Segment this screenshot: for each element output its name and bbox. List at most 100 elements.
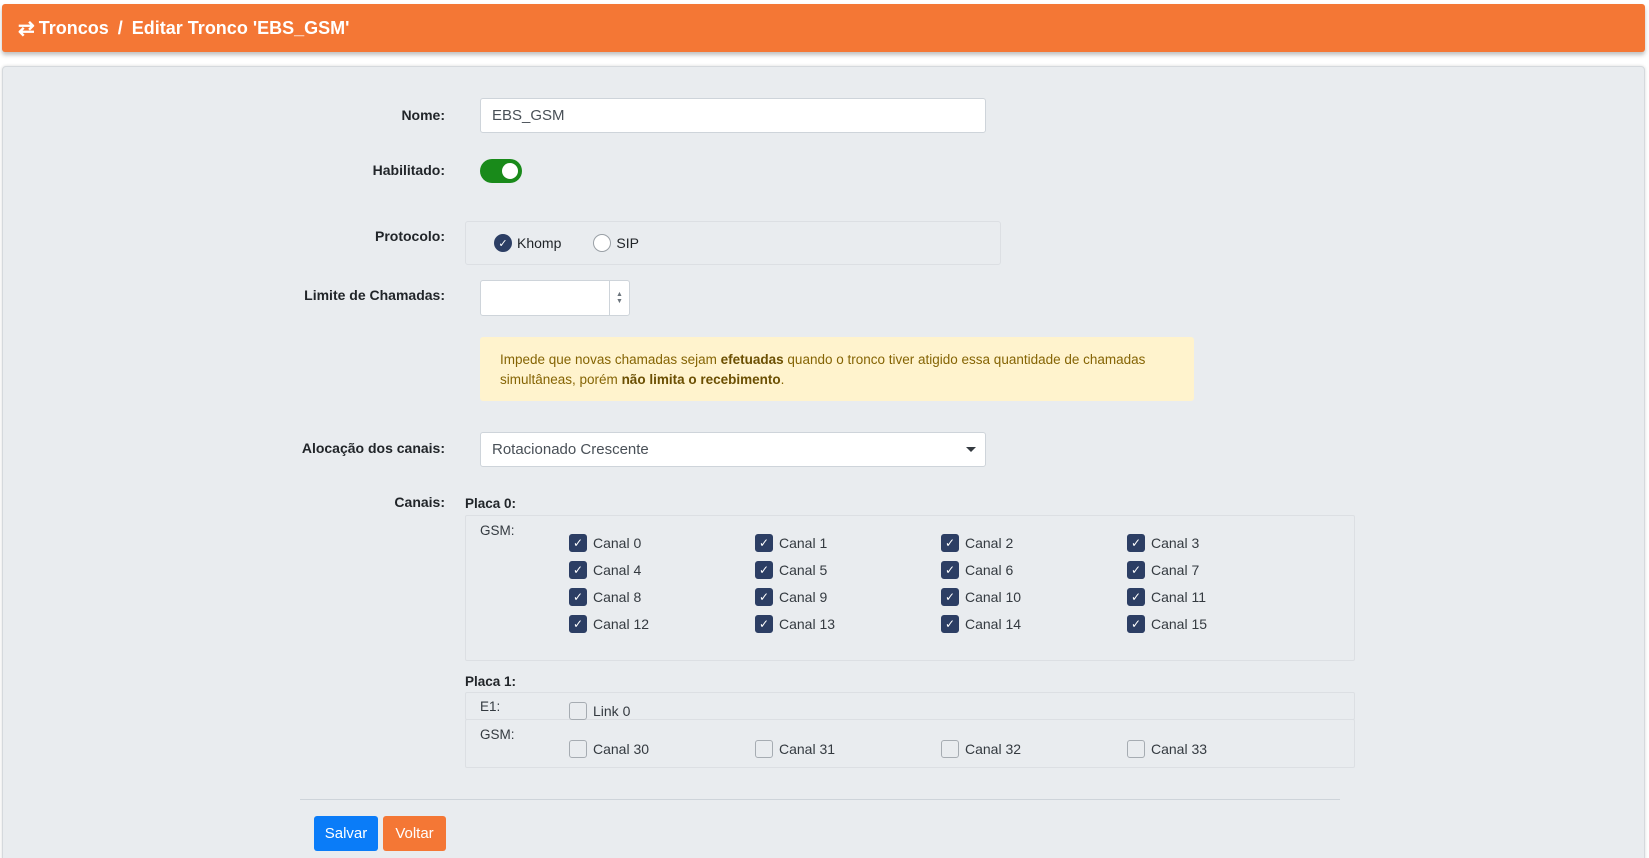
checkbox-checked-icon: ✓ (755, 561, 773, 579)
habilitado-label: Habilitado: (372, 162, 445, 178)
channel-checkbox[interactable]: ✓ Canal 10 (941, 588, 1021, 606)
channel-checkbox[interactable]: ✓ Canal 11 (1127, 588, 1206, 606)
channel-checkbox[interactable]: Canal 32 (941, 740, 1021, 758)
channel-label: Canal 15 (1151, 616, 1208, 632)
channel-label: Canal 9 (779, 589, 828, 605)
limite-number-input[interactable]: ▲ ▼ (480, 280, 630, 316)
channel-checkbox[interactable]: ✓ Canal 4 (569, 561, 641, 579)
checkbox-checked-icon: ✓ (755, 534, 773, 552)
channel-label: Canal 3 (1151, 535, 1200, 551)
placa-1-e1-label: E1: (480, 699, 501, 714)
protocolo-radio-group: ✓ Khomp SIP (465, 221, 1001, 265)
channel-checkbox[interactable]: ✓ Canal 6 (941, 561, 1013, 579)
caret-down-icon (966, 447, 976, 452)
checkbox-checked-icon: ✓ (569, 561, 587, 579)
channel-label: Canal 2 (965, 535, 1014, 551)
toggle-knob (502, 163, 518, 179)
channel-label: Canal 4 (593, 562, 642, 578)
channel-checkbox[interactable]: ✓ Canal 15 (1127, 615, 1207, 633)
radio-khomp[interactable]: ✓ Khomp (494, 234, 561, 252)
channel-checkbox[interactable]: ✓ Canal 8 (569, 588, 641, 606)
checkbox-checked-icon: ✓ (1127, 534, 1145, 552)
radio-checked-icon: ✓ (494, 234, 512, 252)
checkbox-unchecked-icon (569, 740, 587, 758)
checkbox-checked-icon: ✓ (755, 588, 773, 606)
alert-text: Impede que novas chamadas sejam (500, 352, 721, 367)
channel-checkbox[interactable]: Canal 33 (1127, 740, 1207, 758)
checkbox-checked-icon: ✓ (1127, 561, 1145, 579)
channel-label: Canal 7 (1151, 562, 1200, 578)
channel-label: Canal 6 (965, 562, 1014, 578)
channel-checkbox[interactable]: ✓ Canal 2 (941, 534, 1013, 552)
checkbox-checked-icon: ✓ (1127, 615, 1145, 633)
checkbox-checked-icon: ✓ (755, 615, 773, 633)
breadcrumb-current: Editar Tronco 'EBS_GSM' (131, 17, 350, 38)
channel-label: Canal 8 (593, 589, 642, 605)
save-button[interactable]: Salvar (314, 816, 378, 851)
checkbox-unchecked-icon (941, 740, 959, 758)
channel-label: Canal 31 (779, 741, 836, 757)
channel-checkbox[interactable]: ✓ Canal 7 (1127, 561, 1199, 579)
radio-sip-label: SIP (616, 235, 639, 251)
checkbox-unchecked-icon (569, 702, 587, 720)
channel-label: Canal 1 (779, 535, 828, 551)
channel-checkbox[interactable]: ✓ Canal 0 (569, 534, 641, 552)
channel-checkbox[interactable]: Canal 30 (569, 740, 649, 758)
channel-label: Canal 12 (593, 616, 650, 632)
channel-label: Link 0 (593, 703, 631, 719)
checkbox-checked-icon: ✓ (569, 588, 587, 606)
placa-0-gsm-label: GSM: (480, 523, 515, 538)
limite-info-alert: Impede que novas chamadas sejam efetuada… (480, 337, 1194, 401)
channel-checkbox[interactable]: ✓ Canal 5 (755, 561, 827, 579)
limite-label: Limite de Chamadas: (304, 287, 445, 303)
checkbox-checked-icon: ✓ (941, 534, 959, 552)
checkbox-checked-icon: ✓ (1127, 588, 1145, 606)
channel-label: Canal 33 (1151, 741, 1208, 757)
checkbox-checked-icon: ✓ (941, 615, 959, 633)
channel-checkbox[interactable]: ✓ Canal 13 (755, 615, 835, 633)
channel-label: Canal 13 (779, 616, 836, 632)
channel-checkbox[interactable]: ✓ Canal 14 (941, 615, 1021, 633)
checkbox-unchecked-icon (755, 740, 773, 758)
checkbox-checked-icon: ✓ (569, 534, 587, 552)
form-divider (300, 799, 1340, 800)
breadcrumb-separator: / (117, 17, 123, 38)
placa-1-title: Placa 1: (465, 674, 517, 689)
channel-checkbox[interactable]: ✓ Canal 9 (755, 588, 827, 606)
checkbox-unchecked-icon (1127, 740, 1145, 758)
alert-bold-text: efetuadas (720, 352, 784, 367)
channel-checkbox[interactable]: Canal 31 (755, 740, 835, 758)
breadcrumb-root[interactable]: Troncos (39, 18, 109, 39)
checkbox-checked-icon: ✓ (941, 561, 959, 579)
channel-checkbox[interactable]: ✓ Canal 3 (1127, 534, 1199, 552)
channel-label: Canal 5 (779, 562, 828, 578)
checkbox-checked-icon: ✓ (941, 588, 959, 606)
nome-input[interactable] (480, 98, 986, 133)
channel-label: Canal 10 (965, 589, 1022, 605)
alocacao-select[interactable]: Rotacionado Crescente (480, 432, 986, 467)
channel-label: Canal 11 (1151, 589, 1207, 605)
channel-label: Canal 0 (593, 535, 642, 551)
page-header: ⇄ Troncos / Editar Tronco 'EBS_GSM' (2, 4, 1645, 52)
canais-label: Canais: (394, 494, 445, 510)
alocacao-selected-value: Rotacionado Crescente (492, 441, 649, 458)
placa-1-gsm-label: GSM: (480, 727, 515, 742)
radio-khomp-label: Khomp (517, 235, 562, 251)
channel-checkbox[interactable]: ✓ Canal 1 (755, 534, 827, 552)
arrows-exchange-icon: ⇄ (18, 17, 35, 40)
spinner-arrows-icon[interactable]: ▲ ▼ (609, 281, 629, 315)
checkbox-checked-icon: ✓ (569, 615, 587, 633)
alocacao-label: Alocação dos canais: (301, 440, 445, 456)
nome-label: Nome: (401, 107, 445, 123)
protocolo-label: Protocolo: (375, 228, 445, 244)
channel-label: Canal 14 (965, 616, 1022, 632)
radio-sip[interactable]: SIP (593, 234, 639, 252)
channel-label: Canal 30 (593, 741, 650, 757)
alert-bold-text: não limita o recebimento (621, 372, 781, 387)
placa-0-title: Placa 0: (465, 496, 517, 511)
habilitado-toggle[interactable] (480, 159, 522, 183)
back-button[interactable]: Voltar (383, 816, 446, 851)
alert-text: . (780, 372, 785, 387)
channel-checkbox[interactable]: ✓ Canal 12 (569, 615, 649, 633)
link-checkbox[interactable]: Link 0 (569, 702, 630, 720)
